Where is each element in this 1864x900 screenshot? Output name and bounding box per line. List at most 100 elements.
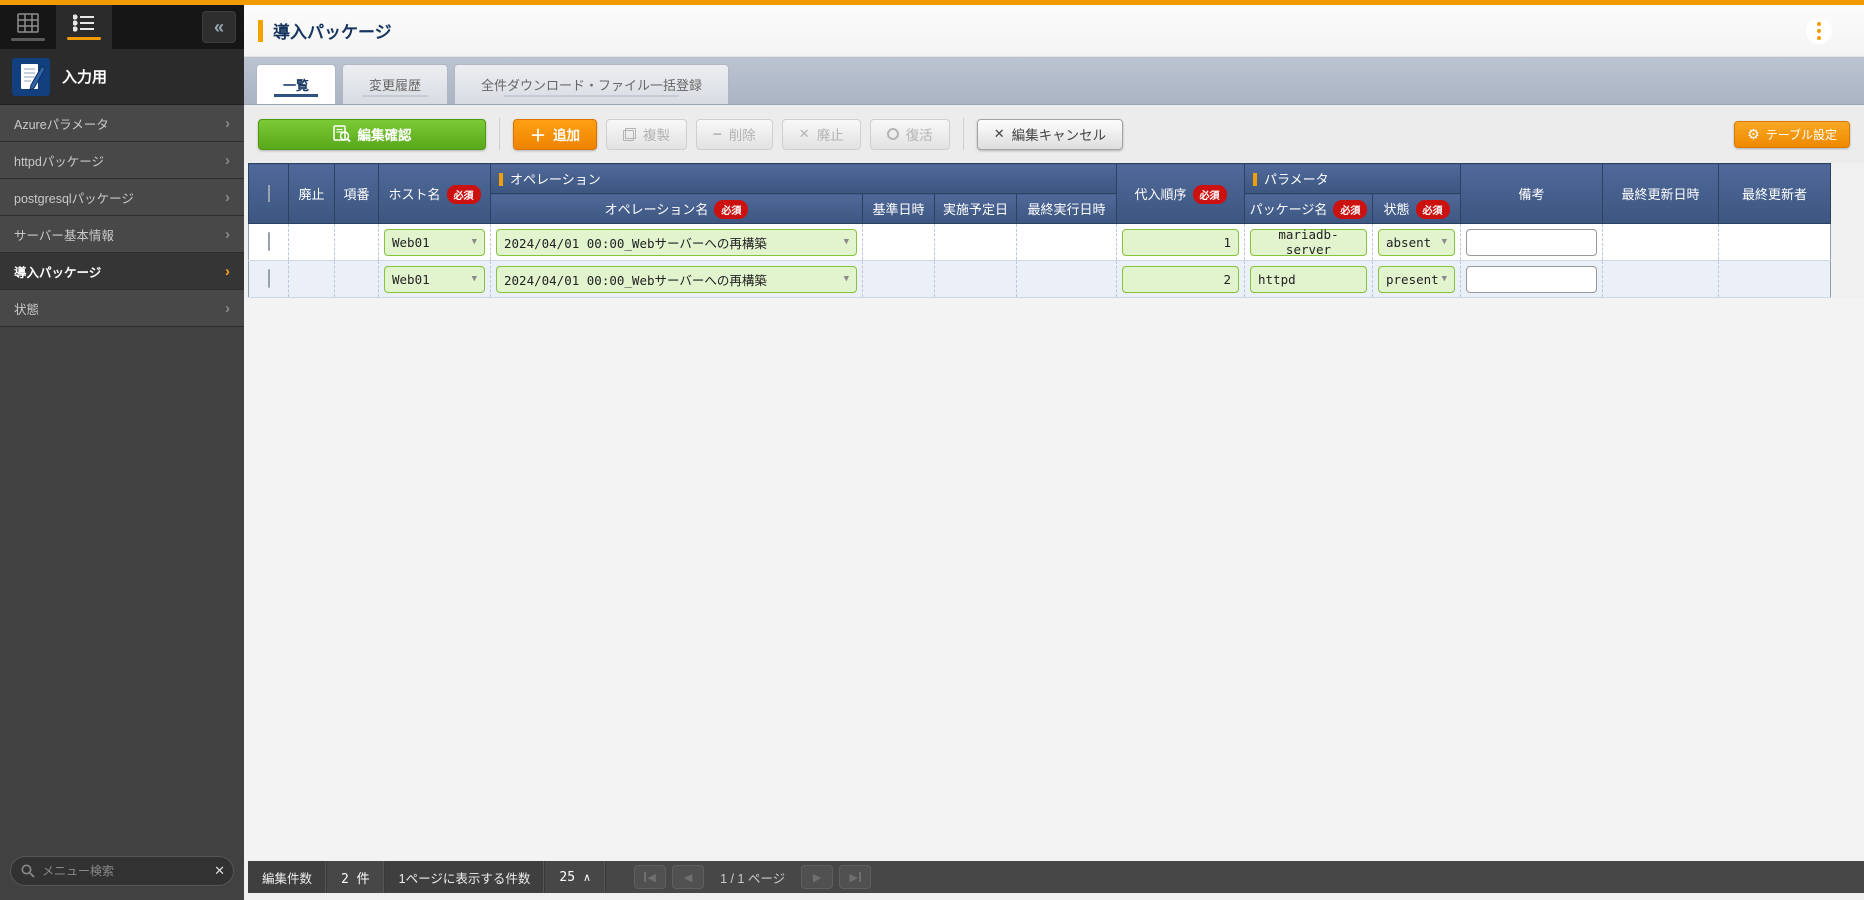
- state-select[interactable]: absent ▼: [1378, 228, 1455, 256]
- operation-group-label: オペレーション: [510, 172, 601, 187]
- sidebar-item-label: 状態: [14, 302, 40, 317]
- col-operation-name-label: オペレーション名: [604, 201, 709, 217]
- sidebar-section-header: 入力用: [0, 49, 244, 105]
- sidebar-section-title: 入力用: [62, 69, 108, 86]
- toolbar: 編集確認 ＋ 追加 複製 − 削除 ✕ 廃止 復活 ✕ 編集キャンセル ⚙ テー…: [244, 105, 1864, 163]
- order-input[interactable]: 2: [1122, 265, 1239, 293]
- col-updater: 最終更新者: [1718, 163, 1831, 224]
- table-settings-label: テーブル設定: [1765, 127, 1837, 142]
- host-select[interactable]: Web01 ▼: [384, 228, 485, 256]
- state-select[interactable]: present ▼: [1378, 265, 1455, 293]
- page-title: 導入パッケージ: [273, 23, 392, 42]
- sidebar-item-server-basic-info[interactable]: サーバー基本情報 ›: [0, 216, 244, 253]
- restore-label: 復活: [905, 128, 933, 143]
- edit-cancel-label: 編集キャンセル: [1011, 128, 1107, 143]
- col-state-label: 状態: [1383, 201, 1410, 217]
- package-input[interactable]: mariadb-server: [1250, 227, 1367, 257]
- toolbar-divider: [499, 118, 500, 150]
- col-updated: 最終更新日時: [1602, 163, 1719, 224]
- prev-page-button[interactable]: ◀: [672, 865, 705, 889]
- required-badge: 必須: [1192, 184, 1227, 204]
- tab-indicator-active: [67, 37, 101, 40]
- chevron-right-icon: ›: [225, 225, 230, 243]
- per-page-select[interactable]: 25 ∧: [545, 861, 607, 893]
- add-button[interactable]: ＋ 追加: [513, 118, 598, 150]
- sidebar-item-status[interactable]: 状態 ›: [0, 290, 244, 327]
- sidebar-collapse-button[interactable]: «: [202, 11, 236, 43]
- row-checkbox[interactable]: [267, 269, 270, 288]
- discard-button[interactable]: ✕ 廃止: [781, 118, 861, 150]
- table-settings-button[interactable]: ⚙ テーブル設定: [1734, 120, 1850, 148]
- edit-confirm-button[interactable]: 編集確認: [258, 118, 486, 150]
- tab-download-bulk-register[interactable]: 全件ダウンロード・ファイル一括登録: [454, 64, 730, 104]
- restore-button[interactable]: 復活: [869, 118, 950, 150]
- sidebar-item-azure-parameter[interactable]: Azureパラメータ ›: [0, 105, 244, 142]
- package-input[interactable]: httpd: [1250, 265, 1367, 293]
- select-all-checkbox[interactable]: [267, 185, 270, 202]
- col-scheduled-date: 実施予定日: [934, 193, 1017, 224]
- pagination: ◀ ◀ 1 / 1 ページ ▶ ▶: [634, 865, 872, 889]
- next-page-icon: ▶: [812, 871, 822, 884]
- delete-button[interactable]: − 削除: [696, 118, 773, 150]
- order-input[interactable]: 1: [1122, 228, 1239, 256]
- content-spacer: [244, 298, 1864, 861]
- operation-select[interactable]: 2024/04/01 00:00_Webサーバーへの再構築 ▼: [496, 265, 857, 293]
- first-page-button[interactable]: ◀: [634, 865, 667, 889]
- chevron-right-icon: ›: [225, 151, 230, 169]
- search-icon: [21, 864, 35, 878]
- tab-list[interactable]: 一覧: [256, 64, 337, 104]
- chevron-down-icon: ▼: [843, 274, 849, 284]
- col-operation-name: オペレーション名 必須: [490, 193, 863, 224]
- operation-value: 2024/04/01 00:00_Webサーバーへの再構築: [504, 272, 767, 288]
- note-input[interactable]: [1466, 228, 1597, 256]
- chevron-down-icon: ▼: [1441, 274, 1447, 284]
- chevron-right-icon: ›: [225, 299, 230, 317]
- tab-indicator: [11, 38, 45, 41]
- col-host-label: ホスト名: [388, 186, 441, 202]
- first-page-icon: ◀: [647, 871, 656, 884]
- row-checkbox[interactable]: [267, 232, 270, 251]
- tab-change-history[interactable]: 変更履歴: [342, 64, 449, 104]
- magnifier-document-icon: [332, 125, 351, 143]
- state-value: present: [1386, 271, 1439, 287]
- sidebar-item-installed-packages[interactable]: 導入パッケージ ›: [0, 253, 244, 290]
- minus-icon: −: [713, 125, 722, 143]
- data-table: 廃止 項番 ホスト名 必須 オペレーション 代入順序 必須 パラメータ 備考 最…: [248, 163, 1831, 298]
- chevron-right-icon: ›: [225, 262, 230, 280]
- tab-grid-view[interactable]: [0, 5, 56, 49]
- kebab-menu-icon[interactable]: [1806, 18, 1832, 44]
- edit-count-value: 2 件: [327, 861, 385, 893]
- grid-icon: [17, 13, 39, 33]
- host-select[interactable]: Web01 ▼: [384, 265, 485, 293]
- caret-up-icon: ∧: [583, 871, 592, 884]
- col-order-label: 代入順序: [1134, 186, 1187, 202]
- host-value: Web01: [392, 234, 430, 250]
- sidebar-item-label: postgresqlパッケージ: [14, 191, 134, 206]
- tab-strip: 一覧 変更履歴 全件ダウンロード・ファイル一括登録: [244, 57, 1864, 105]
- chevron-down-icon: ▼: [471, 237, 477, 247]
- chevron-down-icon: ▼: [1441, 237, 1447, 247]
- next-page-button[interactable]: ▶: [801, 865, 834, 889]
- sidebar-item-postgresql-package[interactable]: postgresqlパッケージ ›: [0, 179, 244, 216]
- tab-list-view[interactable]: [56, 5, 112, 49]
- edit-cancel-button[interactable]: ✕ 編集キャンセル: [976, 118, 1124, 150]
- parameter-group-label: パラメータ: [1264, 172, 1329, 187]
- col-package-label: パッケージ名: [1249, 201, 1328, 217]
- table-row: Web01 ▼ 2024/04/01 00:00_Webサーバーへの再構築 ▼ …: [248, 223, 1831, 261]
- required-badge: 必須: [714, 199, 749, 219]
- duplicate-button[interactable]: 複製: [606, 118, 688, 150]
- sidebar-item-label: サーバー基本情報: [14, 228, 114, 243]
- sidebar-menu: Azureパラメータ › httpdパッケージ › postgresqlパッケー…: [0, 105, 244, 327]
- plus-icon: ＋: [530, 128, 547, 145]
- last-page-button[interactable]: ▶: [839, 865, 872, 889]
- menu-search-input[interactable]: [42, 864, 208, 878]
- note-input[interactable]: [1466, 265, 1597, 293]
- col-order: 代入順序 必須: [1116, 163, 1245, 224]
- col-package: パッケージ名 必須: [1244, 193, 1373, 224]
- operation-select[interactable]: 2024/04/01 00:00_Webサーバーへの再構築 ▼: [496, 228, 857, 256]
- col-item-no: 項番: [334, 163, 379, 224]
- prev-page-icon: ◀: [683, 871, 693, 884]
- clear-search-icon[interactable]: ✕: [214, 863, 225, 879]
- x-icon: ✕: [798, 126, 810, 141]
- sidebar-item-httpd-package[interactable]: httpdパッケージ ›: [0, 142, 244, 179]
